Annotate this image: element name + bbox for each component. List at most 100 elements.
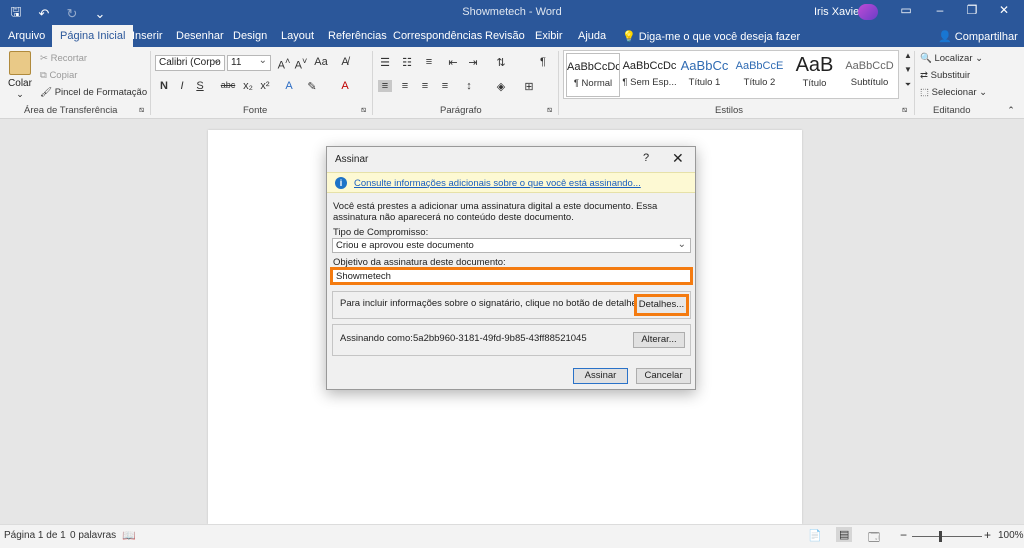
line-spacing-icon[interactable]: ↕: [462, 80, 476, 92]
tab-design[interactable]: Design: [233, 30, 267, 42]
word-count[interactable]: 0 palavras: [70, 530, 116, 541]
superscript-icon[interactable]: x²: [258, 80, 272, 92]
avatar[interactable]: [858, 4, 878, 20]
proofing-icon[interactable]: 📖: [122, 529, 136, 542]
underline-button[interactable]: S: [193, 80, 207, 92]
tab-layout[interactable]: Layout: [281, 30, 314, 42]
chevron-down-icon: ⌄: [16, 89, 24, 99]
ribbon-display-icon[interactable]: ▭: [896, 3, 916, 17]
style-name: Título: [802, 78, 827, 89]
zoom-level[interactable]: 100%: [998, 530, 1024, 541]
format-painter-button[interactable]: 🖌 Pincel de Formatação: [40, 87, 147, 98]
copy-button[interactable]: ⧉ Copiar: [40, 70, 77, 81]
zoom-slider[interactable]: [912, 531, 982, 542]
font-name-combo[interactable]: Calibri (Corpo: [155, 55, 225, 71]
close-icon[interactable]: ✕: [672, 150, 684, 167]
tab-exibir[interactable]: Exibir: [535, 30, 563, 42]
italic-button[interactable]: I: [175, 80, 189, 92]
style-subtitle[interactable]: AaBbCcD Subtítulo: [842, 53, 897, 97]
print-layout-icon[interactable]: ▤: [836, 527, 853, 542]
grow-font-icon[interactable]: A˄: [277, 56, 291, 72]
signing-as-value: 5a2bb960-3181-49fd-9b85-43ff88521045: [413, 333, 587, 344]
styles-more-icon[interactable]: ⏷: [901, 80, 915, 90]
style-heading-2[interactable]: AaBbCcE Título 2: [732, 53, 787, 97]
collapse-ribbon-icon[interactable]: ⌃: [1004, 105, 1018, 116]
increase-indent-icon[interactable]: ⇥: [466, 56, 480, 69]
bullets-icon[interactable]: ☰: [378, 56, 392, 69]
highlight-icon[interactable]: ✎: [305, 80, 319, 93]
tab-referencias[interactable]: Referências: [328, 30, 387, 42]
styles-scroll-down-icon[interactable]: ▼: [901, 65, 915, 74]
restore-icon[interactable]: ❐: [962, 3, 982, 17]
dialog-launcher-icon[interactable]: ⧅: [547, 105, 552, 115]
dialog-launcher-icon[interactable]: ⧅: [139, 105, 144, 115]
copy-label: Copiar: [49, 70, 78, 81]
sign-button[interactable]: Assinar: [573, 368, 628, 384]
style-title[interactable]: AaB Título: [787, 53, 842, 97]
subscript-icon[interactable]: x₂: [241, 80, 255, 92]
separator: [150, 51, 151, 115]
zoom-out-icon[interactable]: −: [900, 528, 907, 542]
align-left-icon[interactable]: ≡: [378, 80, 392, 92]
select-button[interactable]: ⬚ Selecionar ⌄: [920, 87, 987, 98]
show-formatting-button[interactable]: ¶: [536, 56, 550, 68]
font-size-combo[interactable]: 11: [227, 55, 271, 71]
page-count[interactable]: Página 1 de 1: [4, 530, 66, 541]
tab-ajuda[interactable]: Ajuda: [578, 30, 606, 42]
bold-button[interactable]: N: [157, 80, 171, 92]
user-name[interactable]: Iris Xavier: [814, 6, 863, 18]
tab-correspondencias[interactable]: Correspondências: [393, 30, 482, 42]
borders-icon[interactable]: ⊞: [522, 80, 536, 93]
justify-icon[interactable]: ≡: [438, 80, 452, 92]
zoom-in-icon[interactable]: +: [984, 528, 991, 542]
clear-formatting-icon[interactable]: A̸: [338, 56, 352, 68]
text-effects-icon[interactable]: A: [282, 80, 296, 92]
align-center-icon[interactable]: ≡: [398, 80, 412, 92]
share-label: Compartilhar: [954, 31, 1018, 43]
tab-desenhar[interactable]: Desenhar: [176, 30, 224, 42]
select-icon: ⬚: [920, 87, 929, 98]
tab-pagina-inicial[interactable]: Página Inicial: [52, 25, 134, 47]
share-button[interactable]: 👤 Compartilhar: [938, 30, 1018, 43]
decrease-indent-icon[interactable]: ⇤: [446, 56, 460, 69]
cut-button[interactable]: ✂ Recortar: [40, 53, 87, 64]
font-color-icon[interactable]: A: [338, 80, 352, 92]
numbering-icon[interactable]: ☷: [400, 56, 414, 69]
cancel-button[interactable]: Cancelar: [636, 368, 691, 384]
close-window-icon[interactable]: ✕: [994, 3, 1014, 17]
change-button[interactable]: Alterar...: [633, 332, 685, 348]
help-button[interactable]: ?: [643, 152, 649, 164]
replace-button[interactable]: ⇄ Substituir: [920, 70, 970, 81]
details-button[interactable]: Detalhes...: [634, 294, 689, 316]
commitment-select[interactable]: Criou e aprovou este documento ⌄: [332, 238, 691, 253]
change-case-icon[interactable]: Aa: [314, 56, 328, 68]
zoom-slider-thumb[interactable]: [939, 531, 942, 542]
tell-me-search[interactable]: 💡 Diga-me o que você deseja fazer: [622, 30, 800, 43]
shrink-font-icon[interactable]: A˅: [294, 56, 308, 72]
align-right-icon[interactable]: ≡: [418, 80, 432, 92]
styles-scroll-up-icon[interactable]: ▲: [901, 51, 915, 60]
style-normal[interactable]: AaBbCcDc ¶ Normal: [566, 53, 620, 97]
tab-inserir[interactable]: Inserir: [132, 30, 163, 42]
sort-icon[interactable]: ⇅: [494, 56, 508, 69]
status-bar: Página 1 de 1 0 palavras 📖 📄 ▤ 🗔 − + 100…: [0, 524, 1024, 548]
clipboard-icon: [9, 51, 31, 75]
multilevel-list-icon[interactable]: ≡: [422, 56, 436, 68]
web-layout-icon[interactable]: 🗔: [868, 529, 880, 548]
purpose-input[interactable]: Showmetech: [330, 267, 693, 285]
dialog-launcher-icon[interactable]: ⧅: [902, 105, 907, 115]
cut-label: Recortar: [50, 53, 88, 64]
find-button[interactable]: 🔍 Localizar ⌄: [920, 53, 983, 64]
paste-button[interactable]: Colar ⌄: [6, 51, 34, 99]
tab-revisao[interactable]: Revisão: [485, 30, 525, 42]
minimize-icon[interactable]: –: [930, 3, 950, 17]
tab-arquivo[interactable]: Arquivo: [8, 30, 45, 42]
style-no-spacing[interactable]: AaBbCcDc ¶ Sem Esp...: [622, 53, 677, 97]
dialog-launcher-icon[interactable]: ⧅: [361, 105, 366, 115]
shading-icon[interactable]: ◈: [494, 80, 508, 93]
style-preview: AaBbCcE: [735, 60, 784, 72]
read-mode-icon[interactable]: 📄: [808, 529, 822, 542]
strikethrough-button[interactable]: abc: [218, 80, 238, 90]
style-heading-1[interactable]: AaBbCc Título 1: [677, 53, 732, 97]
info-link[interactable]: Consulte informações adicionais sobre o …: [354, 178, 641, 189]
